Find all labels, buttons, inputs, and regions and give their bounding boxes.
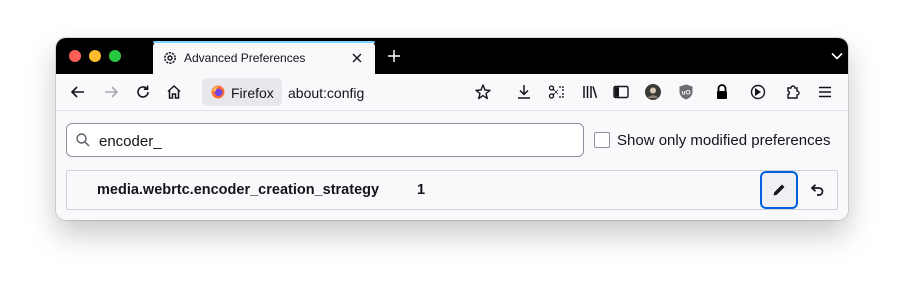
home-icon <box>167 84 181 99</box>
sidebar-button[interactable] <box>611 82 631 102</box>
title-bar: Advanced Preferences <box>56 38 848 74</box>
tab-list-chevron-icon[interactable] <box>830 49 844 63</box>
ublock-button[interactable]: uO <box>676 82 696 102</box>
library-icon <box>583 86 598 99</box>
forward-arrow-icon <box>105 86 119 98</box>
download-icon <box>518 85 530 99</box>
identity-box[interactable]: Firefox <box>202 78 282 106</box>
show-modified-checkbox[interactable] <box>594 132 610 148</box>
extension-icon <box>750 84 766 100</box>
gear-icon <box>164 52 176 64</box>
bookmark-button[interactable] <box>473 82 493 102</box>
firefox-logo-icon <box>211 85 225 99</box>
tab-highlight <box>153 41 375 43</box>
sidebar-icon <box>613 85 629 99</box>
screenshot-icon <box>548 85 564 99</box>
reset-preference-button[interactable] <box>807 180 827 200</box>
app-menu-button[interactable] <box>815 82 835 102</box>
extensions-menu-button[interactable] <box>783 82 803 102</box>
account-button[interactable] <box>643 82 663 102</box>
zoom-window-button[interactable] <box>109 50 121 62</box>
preference-search-input[interactable]: encoder_ <box>66 123 584 157</box>
back-arrow-icon <box>70 86 84 98</box>
preference-row: media.webrtc.encoder_creation_strategy 1 <box>66 170 838 210</box>
identity-label: Firefox <box>231 85 274 101</box>
edit-preference-button[interactable] <box>760 171 798 209</box>
show-modified-label[interactable]: Show only modified preferences <box>617 132 830 149</box>
tab-advanced-preferences[interactable]: Advanced Preferences <box>153 41 375 74</box>
account-avatar <box>645 84 661 100</box>
ublock-icon: uO <box>679 84 693 100</box>
about-config-page: encoder_ Show only modified preferences … <box>56 111 848 220</box>
svg-text:uO: uO <box>681 90 690 97</box>
extension-button[interactable] <box>748 82 768 102</box>
reset-icon <box>810 184 824 196</box>
bookmark-star-icon <box>475 84 491 100</box>
puzzle-icon <box>787 85 800 99</box>
lock-icon <box>717 84 727 99</box>
tab-title: Advanced Preferences <box>184 51 306 65</box>
lock-extension-button[interactable] <box>712 82 732 102</box>
navigation-toolbar: Firefox about:config uO <box>56 74 848 111</box>
edit-pencil-icon <box>773 184 785 196</box>
search-value: encoder_ <box>99 133 162 150</box>
downloads-button[interactable] <box>514 82 534 102</box>
screenshot-button[interactable] <box>546 82 566 102</box>
minimize-window-button[interactable] <box>89 50 101 62</box>
close-tab-icon[interactable] <box>349 50 365 66</box>
close-window-button[interactable] <box>69 50 81 62</box>
library-button[interactable] <box>580 82 600 102</box>
home-button[interactable] <box>164 82 184 102</box>
forward-button[interactable] <box>101 82 121 102</box>
search-icon <box>76 133 90 147</box>
url-text[interactable]: about:config <box>288 85 364 101</box>
preference-name: media.webrtc.encoder_creation_strategy <box>97 182 380 198</box>
menu-icon <box>819 86 831 98</box>
reload-button[interactable] <box>133 82 153 102</box>
preference-value: 1 <box>417 182 426 198</box>
browser-window: Advanced Preferences Firefox about:confi… <box>56 38 848 220</box>
new-tab-icon[interactable] <box>384 46 404 66</box>
back-button[interactable] <box>68 82 88 102</box>
reload-icon <box>137 85 149 98</box>
